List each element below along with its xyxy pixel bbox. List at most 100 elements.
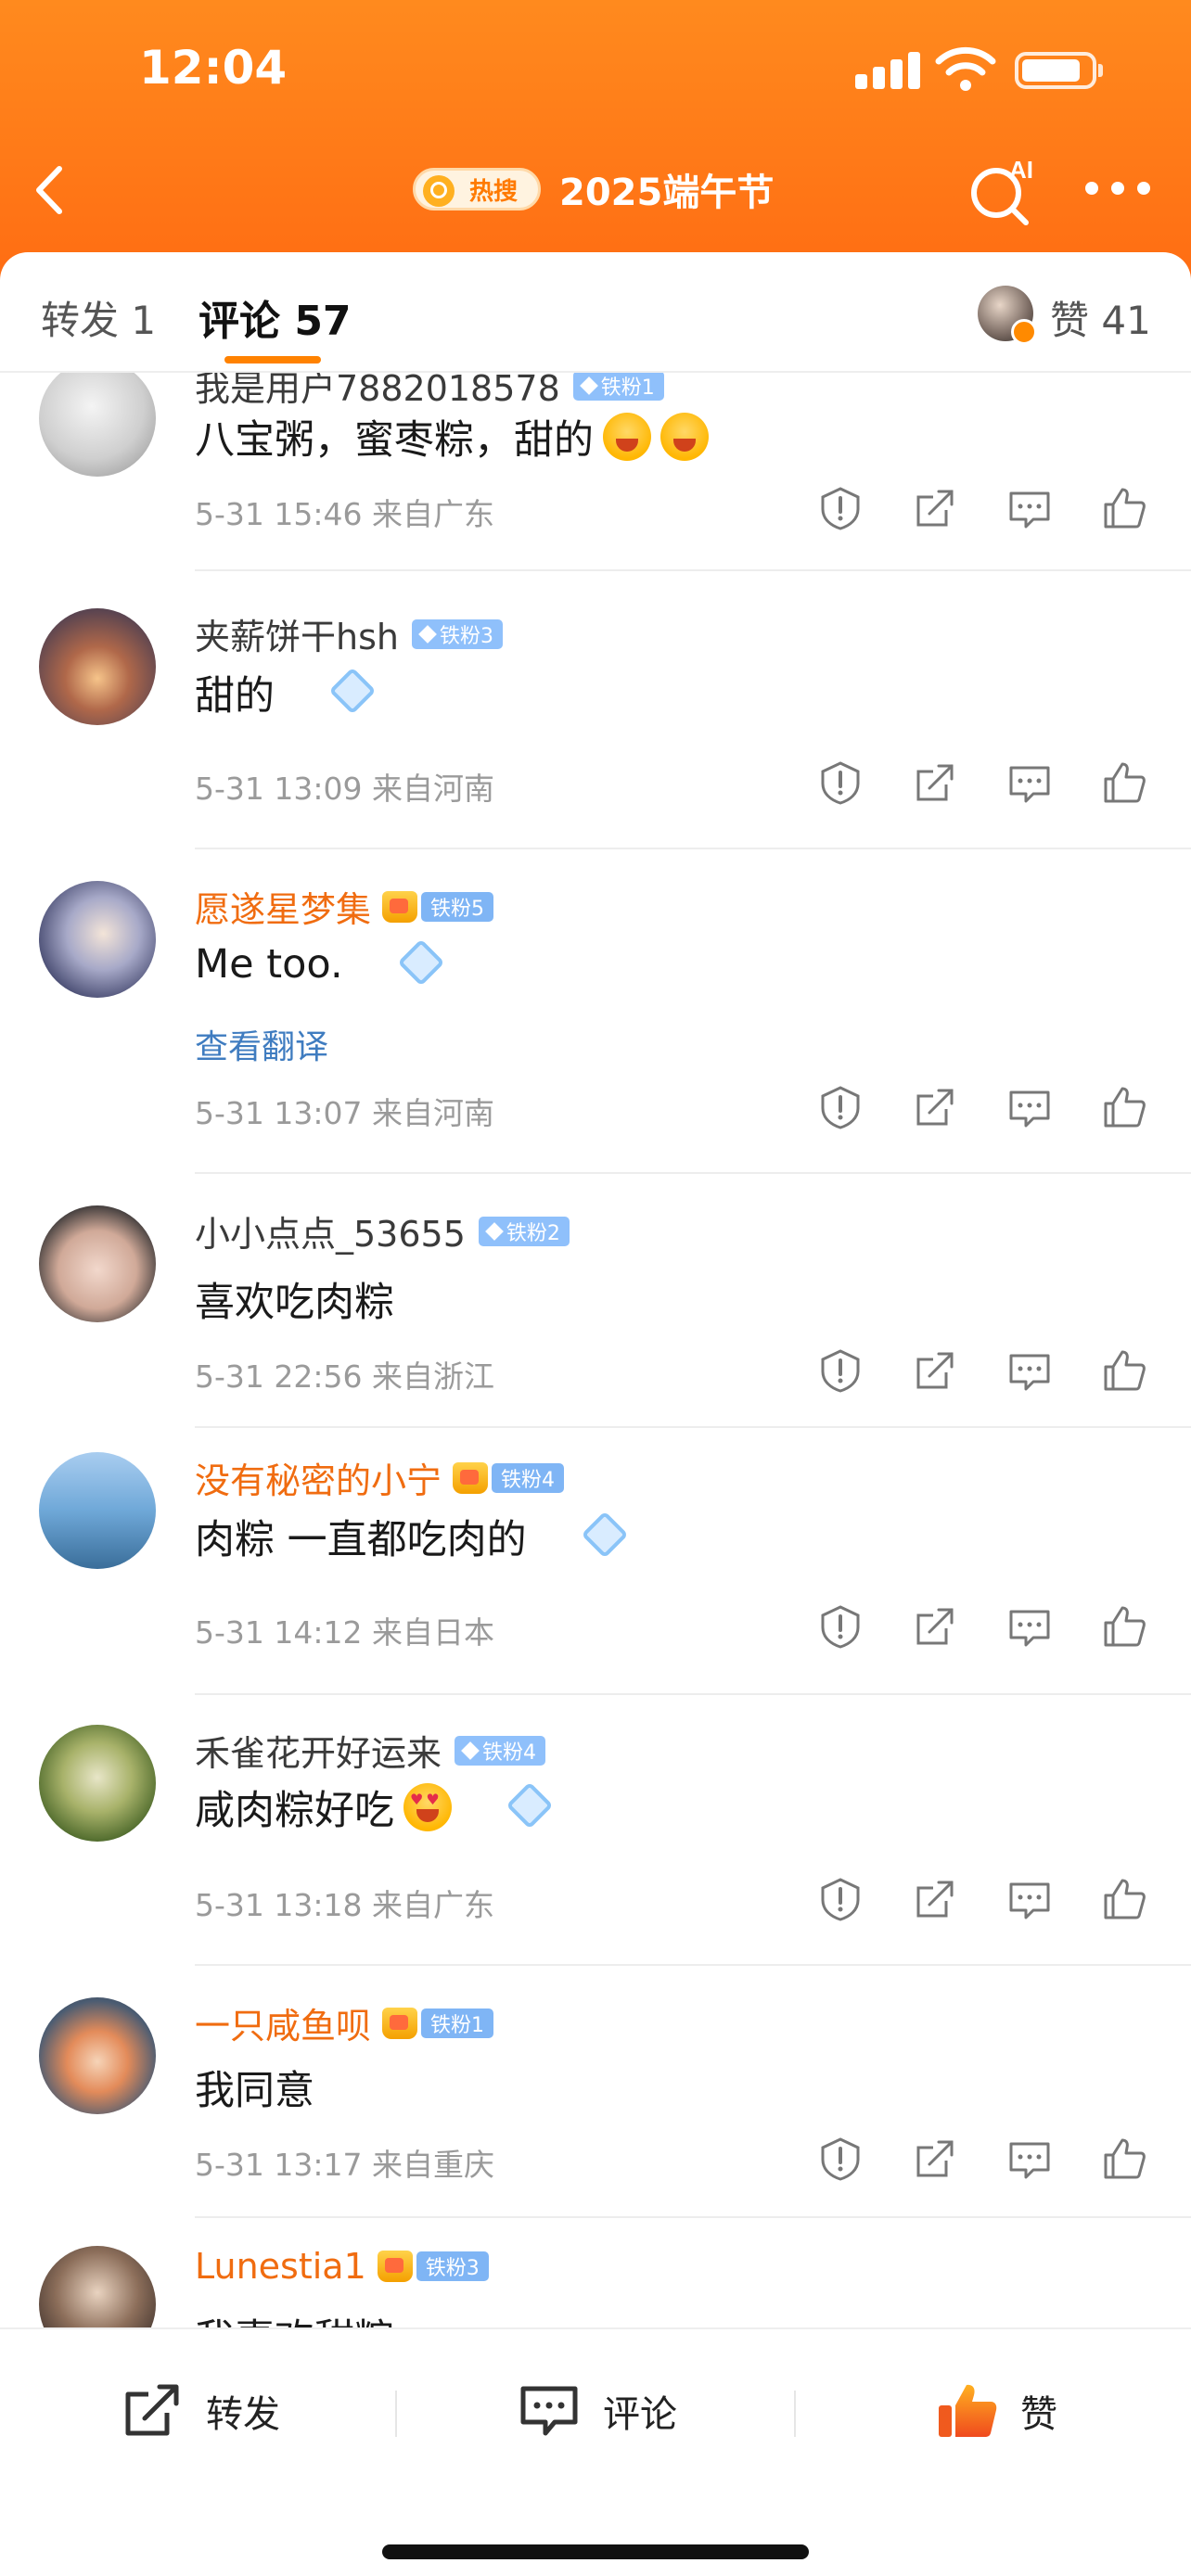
active-tab-indicator [224,356,321,363]
tab-likes[interactable]: 赞 41 [1050,289,1151,346]
like-icon[interactable] [1100,759,1148,807]
ai-search-icon[interactable]: AI [965,152,1039,226]
fan-level-badge: 铁粉1 [421,2008,494,2038]
diamond-decoration-icon [549,1509,651,1564]
bottom-action-bar: 转发 评论 赞 [0,2327,1191,2576]
home-indicator [382,2544,809,2559]
crown-icon [382,2007,418,2039]
report-icon[interactable] [816,1346,864,1395]
liked-thumb-icon [939,2384,997,2437]
like-icon[interactable] [1100,1346,1148,1395]
liker-avatar[interactable] [978,286,1037,345]
comment-actions [816,1602,1150,1651]
comment-text: 八宝粥，蜜枣粽，甜的 [195,408,709,465]
username-text: 一只咸鱼呗 [195,2006,372,2047]
repost-label: 转发 [206,2393,280,2436]
share-icon[interactable] [911,2135,959,2183]
like-icon[interactable] [1100,1083,1148,1131]
tab-repost[interactable]: 转发 1 [41,289,156,346]
report-icon[interactable] [816,2135,864,2183]
fan-level-badge: 铁粉4 [455,1735,546,1766]
comment-meta: 5-31 14:12 来自日本 [195,1614,494,1651]
username-text: 夹薪饼干hsh [195,617,399,657]
report-icon[interactable] [816,1083,864,1131]
comment-actions [816,484,1150,532]
repost-button[interactable]: 转发 [121,2374,280,2448]
reply-icon[interactable] [1005,1875,1054,1923]
divider [195,848,1191,849]
report-icon[interactable] [816,1602,864,1651]
fan-level-badge: 铁粉4 [492,1462,565,1493]
comment-username[interactable]: 我是用户7882018578 铁粉1 [195,373,664,411]
avatar[interactable] [39,1725,156,1842]
like-icon[interactable] [1100,1602,1148,1651]
share-icon[interactable] [911,759,959,807]
avatar[interactable] [39,881,156,998]
share-icon[interactable] [911,1602,959,1651]
reply-icon[interactable] [1005,759,1054,807]
comment-label: 评论 [603,2393,677,2436]
comment-username[interactable]: 小小点点_53655 铁粉2 [195,1205,570,1256]
report-icon[interactable] [816,484,864,532]
like-label: 赞 [1020,2393,1057,2436]
hot-search-badge[interactable]: 热搜 [413,168,542,210]
status-time: 12:04 [139,41,288,95]
avatar[interactable] [39,608,156,725]
like-icon[interactable] [1100,1875,1148,1923]
share-icon[interactable] [911,484,959,532]
back-arrow-icon[interactable] [28,158,72,223]
share-icon[interactable] [911,1083,959,1131]
tab-comments[interactable]: 评论 57 [198,287,352,347]
divider [195,1693,1191,1695]
reply-icon[interactable] [1005,1346,1054,1395]
comment-button[interactable]: 评论 [518,2374,677,2448]
comment-username[interactable]: 夹薪饼干hsh 铁粉3 [195,608,503,659]
report-icon[interactable] [816,759,864,807]
comment-username[interactable]: Lunestia1 铁粉3 [195,2246,489,2287]
repost-icon [125,2384,179,2436]
translate-link[interactable]: 查看翻译 [195,1020,328,1068]
like-icon[interactable] [1100,2135,1148,2183]
comment-username[interactable]: 愿遂星梦集 铁粉5 [195,881,494,932]
comment-text-value: 我喜欢甜粽 [195,2307,394,2327]
avatar[interactable] [39,2246,156,2327]
comment-meta: 5-31 13:09 来自河南 [195,771,494,807]
comment-text-value: 喜欢吃肉粽 [195,1280,394,1326]
comment-text: 我同意 [195,2059,314,2116]
avatar[interactable] [39,373,156,477]
reply-icon[interactable] [1005,1083,1054,1131]
report-icon[interactable] [816,1875,864,1923]
comment-list[interactable]: 我是用户7882018578 铁粉1 八宝粥，蜜枣粽，甜的 5-31 15:46… [0,373,1191,2327]
reply-icon[interactable] [1005,1602,1054,1651]
share-icon[interactable] [911,1875,959,1923]
reply-icon[interactable] [1005,2135,1054,2183]
divider [195,1172,1191,1174]
comment-meta: 5-31 13:18 来自广东 [195,1887,494,1923]
comment-text: 肉粽 一直都吃肉的 [195,1508,651,1565]
hot-badge-label: 热搜 [469,177,519,206]
comment-text-value: Me too. [195,941,343,988]
share-icon[interactable] [911,1346,959,1395]
avatar[interactable] [39,1997,156,2114]
more-options-icon[interactable] [1085,182,1152,197]
comment-meta: 5-31 13:17 来自重庆 [195,2147,494,2183]
comment-username[interactable]: 没有秘密的小宁 铁粉4 [195,1452,565,1503]
heart-eyes-sticker-icon [403,1783,452,1831]
comment-username[interactable]: 一只咸鱼呗 铁粉1 [195,1997,494,2048]
avatar[interactable] [39,1452,156,1569]
divider [195,2216,1191,2218]
username-text: 禾雀花开好运来 [195,1733,442,1774]
comment-text-value: 肉粽 一直都吃肉的 [195,1517,527,1563]
diamond-decoration-icon [474,1779,576,1835]
comment-username[interactable]: 禾雀花开好运来 铁粉4 [195,1725,546,1776]
tab-bar: 转发 1 评论 57 赞 41 [0,252,1191,373]
fan-level-badge: 铁粉3 [411,618,503,649]
comment-actions [816,759,1150,807]
reply-icon[interactable] [1005,484,1054,532]
like-button[interactable]: 赞 [935,2374,1057,2448]
like-icon[interactable] [1100,484,1148,532]
header-title-group[interactable]: 热搜 2025端午节 [413,161,774,217]
avatar[interactable] [39,1205,156,1322]
comment-text: 甜的 [195,664,399,721]
search-icon [423,175,455,207]
